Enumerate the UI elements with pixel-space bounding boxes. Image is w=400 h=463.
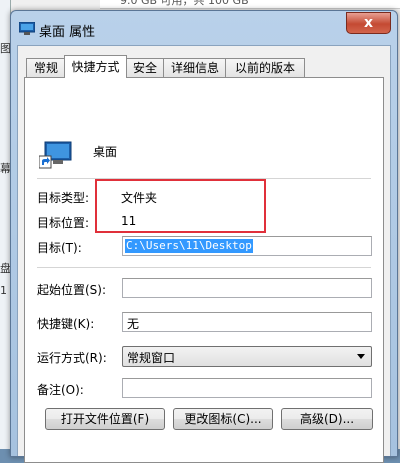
target-location-label: 目标位置: <box>37 216 90 230</box>
tab-general[interactable]: 常规 <box>26 58 66 77</box>
tab-previous-versions[interactable]: 以前的版本 <box>225 58 305 77</box>
tab-security[interactable]: 安全 <box>125 58 165 77</box>
target-value: C:\Users\11\Desktop <box>125 239 253 253</box>
run-value: 常规窗口 <box>127 351 176 365</box>
chevron-down-icon <box>357 354 365 359</box>
background-left-char: 1 <box>0 284 7 297</box>
start-in-input[interactable] <box>122 278 372 298</box>
tab-shortcut[interactable]: 快捷方式 <box>64 55 127 78</box>
comment-input[interactable] <box>122 378 372 398</box>
title-bar[interactable]: 桌面 属性 x <box>11 11 397 45</box>
separator <box>37 267 371 268</box>
background-status-text: 9.0 GB 可用，共 100 GB <box>120 0 249 7</box>
open-file-location-button[interactable]: 打开文件位置(F) <box>45 408 165 430</box>
tab-details[interactable]: 详细信息 <box>163 58 227 77</box>
background-status-strip: 9.0 GB 可用，共 100 GB <box>100 0 400 9</box>
target-type-label: 目标类型: <box>37 191 90 205</box>
start-in-label: 起始位置(S): <box>37 283 107 297</box>
shortcut-key-value: 无 <box>127 317 140 331</box>
shortcut-name: 桌面 <box>93 145 118 159</box>
desktop-shortcut-icon <box>39 141 72 169</box>
run-select[interactable]: 常规窗口 <box>122 346 372 367</box>
change-icon-button[interactable]: 更改图标(C)... <box>173 408 273 430</box>
shortcut-key-label: 快捷键(K): <box>37 317 95 331</box>
window-title: 桌面 属性 <box>39 25 96 40</box>
annotation-highlight-box <box>95 179 266 233</box>
shortcut-key-input[interactable]: 无 <box>122 312 372 332</box>
shortcut-icon <box>19 22 35 35</box>
target-input[interactable]: C:\Users\11\Desktop <box>122 236 372 256</box>
close-button[interactable]: x <box>346 12 391 34</box>
advanced-button[interactable]: 高级(D)... <box>281 408 373 430</box>
run-label: 运行方式(R): <box>37 351 107 365</box>
target-label: 目标(T): <box>37 241 82 255</box>
comment-label: 备注(O): <box>37 383 84 397</box>
shortcut-panel: 桌面 目标类型: 文件夹 目标位置: 11 目标(T): C:\Users\11… <box>24 77 384 463</box>
dialog-client: 常规 快捷方式 安全 详细信息 以前的版本 桌面 目标类型: 文件夹 目标位置:… <box>17 45 391 463</box>
properties-dialog: 桌面 属性 x 常规 快捷方式 安全 详细信息 以前的版本 桌面 目标类型: 文… <box>10 10 398 463</box>
